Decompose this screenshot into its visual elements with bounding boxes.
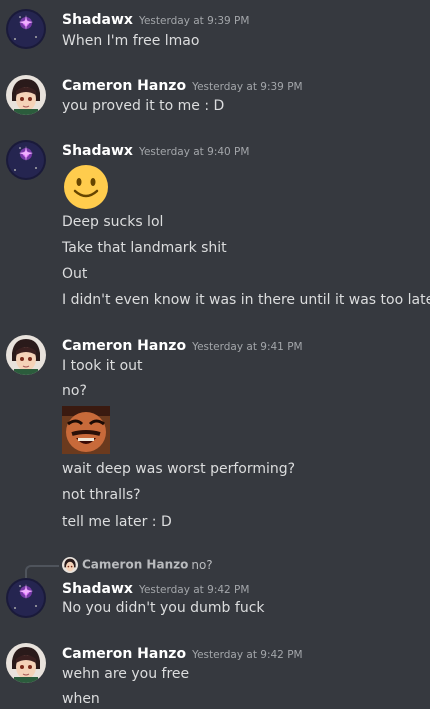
message-text: Out <box>62 266 88 282</box>
avatar-shadawx[interactable] <box>6 140 46 180</box>
message-header: Shadawx Yesterday at 9:42 PM <box>62 578 249 598</box>
message-text: wait deep was worst performing? <box>62 461 296 477</box>
timestamp: Yesterday at 9:39 PM <box>138 15 250 27</box>
message-text: no? <box>62 383 87 399</box>
timestamp: Yesterday at 9:42 PM <box>138 584 250 596</box>
username[interactable]: Cameron Hanzo <box>62 338 186 354</box>
username[interactable]: Shadawx <box>62 143 133 159</box>
message-text: I didn't even know it was in there until… <box>62 292 430 308</box>
avatar-cameron[interactable] <box>6 75 46 115</box>
message-text: Take that landmark shit <box>62 240 227 256</box>
anime-avatar-icon <box>6 643 46 683</box>
chat-log: Shadawx Yesterday at 9:39 PM When I'm fre… <box>0 0 430 707</box>
message-text: I took it out <box>62 358 143 374</box>
timestamp: Yesterday at 9:42 PM <box>192 649 303 661</box>
avatar-cameron[interactable] <box>6 335 46 375</box>
reply-avatar-icon <box>62 556 78 573</box>
message-header: Cameron Hanzo Yesterday at 9:39 PM <box>62 75 303 95</box>
message-text: When I'm free lmao <box>62 33 200 49</box>
message-text: you proved it to me : D <box>62 98 225 114</box>
message-header: Cameron Hanzo Yesterday at 9:42 PM <box>62 643 303 663</box>
galaxy-avatar-icon <box>6 9 46 49</box>
message-text: wehn are you free <box>62 666 190 682</box>
message-header: Cameron Hanzo Yesterday at 9:41 PM <box>62 335 303 355</box>
reply-connector <box>25 565 59 579</box>
laughing-man-meme-image[interactable] <box>62 406 110 454</box>
message-header: Shadawx Yesterday at 9:39 PM <box>62 9 249 29</box>
anime-avatar-icon <box>6 75 46 115</box>
message-text: not thralls? <box>62 487 141 503</box>
anime-avatar-icon <box>6 335 46 375</box>
timestamp: Yesterday at 9:39 PM <box>192 81 303 93</box>
message-text: No you didn't you dumb fuck <box>62 600 265 616</box>
reply-author[interactable]: Cameron Hanzo <box>82 558 188 572</box>
timestamp: Yesterday at 9:41 PM <box>192 341 303 353</box>
timestamp: Yesterday at 9:40 PM <box>138 146 250 158</box>
message-text: tell me later : D <box>62 514 172 530</box>
galaxy-avatar-icon <box>6 578 46 618</box>
avatar-shadawx[interactable] <box>6 578 46 618</box>
message-text: when <box>62 691 100 707</box>
avatar-shadawx[interactable] <box>6 9 46 49</box>
reply-reference[interactable]: Cameron Hanzo no? <box>62 555 213 573</box>
message-header: Shadawx Yesterday at 9:40 PM <box>62 140 249 160</box>
message-text: Deep sucks lol <box>62 214 164 230</box>
avatar-cameron[interactable] <box>6 643 46 683</box>
galaxy-avatar-icon <box>6 140 46 180</box>
username[interactable]: Shadawx <box>62 12 133 28</box>
reply-text: no? <box>191 557 213 572</box>
username[interactable]: Cameron Hanzo <box>62 78 186 94</box>
username[interactable]: Cameron Hanzo <box>62 646 186 662</box>
username[interactable]: Shadawx <box>62 581 133 597</box>
slightly-smiling-face-icon <box>62 163 110 211</box>
